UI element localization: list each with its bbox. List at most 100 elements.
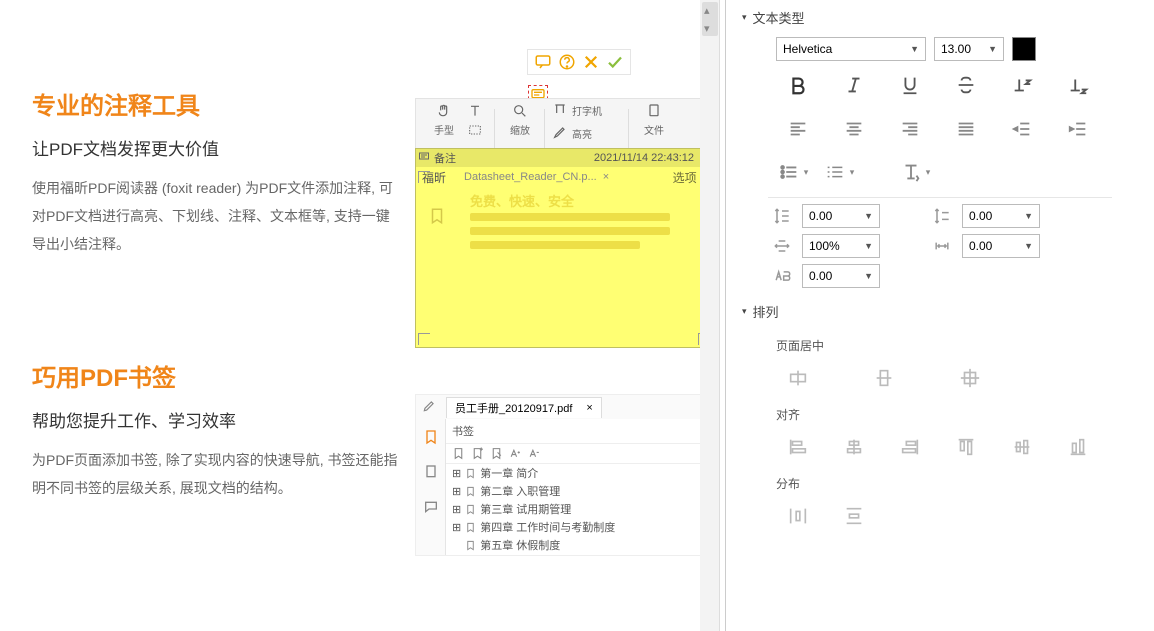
text-larger-icon[interactable] [509,447,522,460]
obj-align-hcenter-button[interactable] [826,427,882,467]
sticky-note-popup[interactable]: 备注 2021/11/14 22:43:12 ⊠ 福昕 Datasheet_Re… [415,148,713,348]
distribute-horizontal-button[interactable] [770,496,826,536]
distribute-vertical-button[interactable] [826,496,882,536]
section-arrange[interactable]: ▾ 排列 [726,294,1154,329]
collapse-icon: ▾ [742,306,747,317]
horizontal-scale-select[interactable]: 100%▼ [802,234,880,258]
typewriter-icon[interactable] [552,101,568,120]
sub-distribute: 分布 [726,467,1154,496]
line-spacing-alt-icon [930,206,954,226]
bold-button[interactable] [770,65,826,105]
subscript-button[interactable] [1050,65,1106,105]
font-size-select[interactable]: 13.00▼ [934,37,1004,61]
obj-align-vcenter-button[interactable] [994,427,1050,467]
note-source-tab[interactable]: Datasheet_Reader_CN.p...× [464,171,609,183]
hand-tool-icon[interactable] [424,103,464,122]
center-horizontal-button[interactable] [770,358,826,398]
pages-rail-icon[interactable] [423,464,439,485]
align-justify-button[interactable] [938,109,994,149]
accept-icon[interactable] [606,53,624,71]
obj-align-top-button[interactable] [938,427,994,467]
note-icon [418,151,430,166]
bookmark-add-icon[interactable] [471,447,484,460]
document-scrollbar[interactable]: ▴ ▾ [700,0,720,631]
bookmark-item[interactable]: ⊞第三章 试用期管理 [446,500,714,518]
zoom-label: 缩放 [500,122,540,137]
text-direction-button[interactable] [892,155,938,189]
tab-close-icon[interactable]: × [603,171,609,183]
align-left-button[interactable] [770,109,826,149]
marquee-icon[interactable] [460,122,490,141]
bookmark-item[interactable]: ⊞第四章 工作时间与考勤制度 [446,518,714,536]
figure-annotation: 手型 缩放 打字机 高亮 文件 [415,38,715,353]
char-spacing-select[interactable]: 0.00▼ [802,264,880,288]
italic-button[interactable] [826,65,882,105]
attachment-icon[interactable] [634,103,674,122]
bookmark-item[interactable]: ⊞第二章 入职管理 [446,482,714,500]
bookmark-item[interactable]: ⊞第五章 休假制度 [446,536,714,554]
section1-body: 使用福昕PDF阅读器 (foxit reader) 为PDF文件添加注释, 可对… [32,174,402,258]
width-adjust-select[interactable]: 0.00▼ [962,234,1040,258]
nav-rail [416,419,446,555]
numbered-list-button[interactable] [816,155,862,189]
hand-tool-label: 手型 [424,122,464,137]
document-tab[interactable]: 员工手册_20120917.pdf × [446,397,602,418]
note-title: 备注 [434,150,456,166]
section2-subtitle: 帮助您提升工作、学习效率 [32,407,402,432]
bookmark-outline-icon [428,207,446,230]
bookmark-panel-title: 书签 [446,419,714,444]
collapse-icon: ▾ [742,12,747,23]
comments-rail-icon[interactable] [423,499,439,520]
align-center-button[interactable] [826,109,882,149]
center-vertical-button[interactable] [856,358,912,398]
section1-subtitle: 让PDF文档发挥更大价值 [32,135,402,160]
reject-icon[interactable] [582,53,600,71]
sub-align: 对齐 [726,398,1154,427]
text-select-icon[interactable] [460,103,490,122]
underline-button[interactable] [882,65,938,105]
horizontal-scale-icon [770,236,794,256]
note-timestamp: 2021/11/14 22:43:12 [594,152,694,164]
bookmark-item[interactable]: ⊞第一章 简介 [446,464,714,482]
section-1: 专业的注释工具 让PDF文档发挥更大价值 使用福昕PDF阅读器 (foxit r… [32,86,402,258]
line-spacing-icon [770,206,794,226]
highlight-label: 高亮 [572,126,592,141]
reader-toolbar: 手型 缩放 打字机 高亮 文件 [415,98,713,154]
figure-bookmarks: 员工手册_20120917.pdf × 书签 ⊞第一章 简介 ⊞第二章 入职管理… [415,394,715,556]
obj-align-right-button[interactable] [882,427,938,467]
indent-decrease-button[interactable] [994,109,1050,149]
center-both-button[interactable] [942,358,998,398]
font-family-select[interactable]: Helvetica▼ [776,37,926,61]
format-panel: ▾ 文本类型 Helvetica▼ 13.00▼ [725,0,1154,631]
bookmark-rail-icon[interactable] [423,429,439,450]
section2-title: 巧用PDF书签 [32,358,402,393]
spacing-after-select[interactable]: 0.00▼ [962,204,1040,228]
highlight-icon[interactable] [552,124,568,143]
obj-align-bottom-button[interactable] [1050,427,1106,467]
edit-icon[interactable] [422,399,436,416]
tab-close-icon[interactable]: × [586,402,592,414]
bullet-list-button[interactable] [770,155,816,189]
section1-title: 专业的注释工具 [32,86,402,121]
obj-align-left-button[interactable] [770,427,826,467]
zoom-icon[interactable] [500,103,540,122]
spacing-before-select[interactable]: 0.00▼ [802,204,880,228]
section2-body: 为PDF页面添加书签, 除了实现内容的快速导航, 书签还能指明不同书签的层级关系… [32,446,402,502]
section-text-type[interactable]: ▾ 文本类型 [726,0,1154,35]
superscript-button[interactable] [994,65,1050,105]
help-icon[interactable] [558,53,576,71]
ghost-heading: 免费、快速、安全 [470,191,574,210]
font-color-swatch[interactable] [1012,37,1036,61]
typewriter-label: 打字机 [572,103,602,118]
attachment-label: 文件 [634,122,674,137]
bookmark-link-icon[interactable] [490,447,503,460]
indent-increase-button[interactable] [1050,109,1106,149]
strikethrough-button[interactable] [938,65,994,105]
comment-icon[interactable] [534,53,552,71]
annotation-callout-toolbar [527,49,631,75]
bookmark-tree: ⊞第一章 简介 ⊞第二章 入职管理 ⊞第三章 试用期管理 ⊞第四章 工作时间与考… [446,464,714,554]
sub-page-center: 页面居中 [726,329,1154,358]
text-smaller-icon[interactable] [528,447,541,460]
bookmark-tool-icon[interactable] [452,447,465,460]
align-right-button[interactable] [882,109,938,149]
